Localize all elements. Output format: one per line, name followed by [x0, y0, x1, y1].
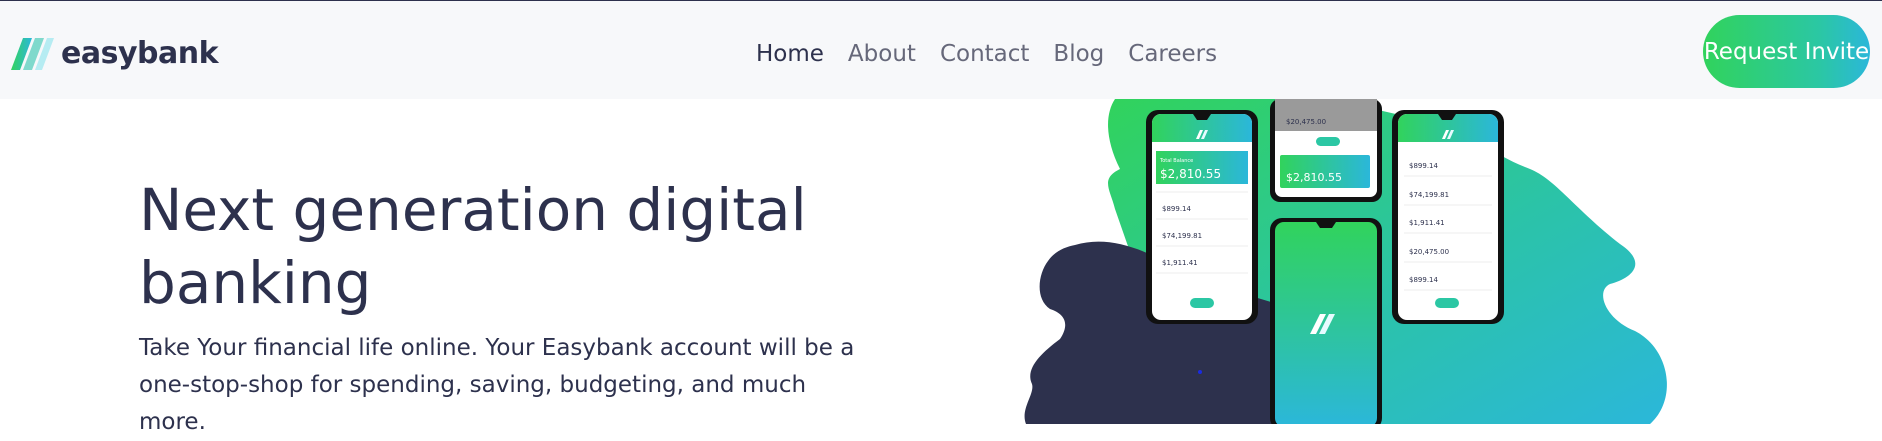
dot [1198, 370, 1202, 374]
nav-about[interactable]: About [848, 37, 916, 71]
svg-text:$20,475.00: $20,475.00 [1409, 248, 1449, 256]
hero-illustration: Total Balance $2,810.55 $899.14 $74,199.… [1024, 99, 1667, 424]
svg-text:$899.14: $899.14 [1409, 276, 1438, 284]
svg-text:$1,911.41: $1,911.41 [1409, 219, 1445, 227]
request-invite-button[interactable]: Request Invite [1703, 15, 1870, 88]
svg-text:$899.14: $899.14 [1162, 205, 1191, 213]
hero-title: Next generation digital banking [139, 176, 807, 317]
nav-contact[interactable]: Contact [940, 37, 1029, 71]
nav-blog[interactable]: Blog [1053, 37, 1104, 71]
svg-text:Total Balance: Total Balance [1159, 158, 1193, 164]
phone-center [1270, 218, 1382, 424]
navbar: easybank Home About Contact Blog Careers… [0, 1, 1882, 99]
nav-careers[interactable]: Careers [1128, 37, 1217, 71]
svg-text:$74,199.81: $74,199.81 [1409, 191, 1449, 199]
svg-text:$2,810.55: $2,810.55 [1160, 167, 1221, 181]
main-nav: Home About Contact Blog Careers [756, 37, 1241, 71]
hero-description: Take Your financial life online. Your Ea… [139, 335, 855, 435]
logo[interactable]: easybank [11, 36, 219, 71]
phone-left: Total Balance $2,810.55 $899.14 $74,199.… [1146, 110, 1258, 324]
nav-home[interactable]: Home [756, 37, 824, 71]
phone-top: $20,475.00 $2,810.55 [1270, 99, 1382, 202]
easybank-stripes-icon [11, 38, 54, 70]
svg-text:$1,911.41: $1,911.41 [1162, 259, 1198, 267]
svg-text:$74,199.81: $74,199.81 [1162, 232, 1202, 240]
svg-text:$899.14: $899.14 [1409, 162, 1438, 170]
svg-text:$2,810.55: $2,810.55 [1286, 171, 1342, 184]
brand-name: easybank [61, 36, 219, 71]
phone-right: $899.14 $74,199.81 $1,911.41 $20,475.00 … [1392, 110, 1504, 324]
svg-text:$20,475.00: $20,475.00 [1286, 118, 1326, 126]
